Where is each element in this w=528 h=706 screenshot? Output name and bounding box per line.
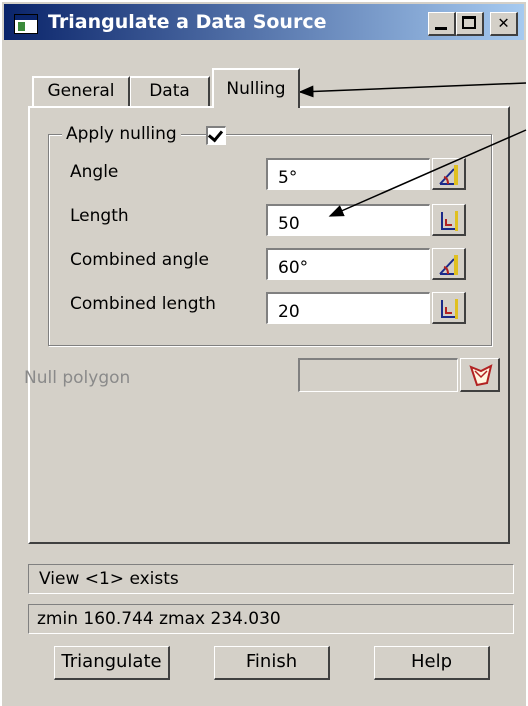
null-polygon-input[interactable] bbox=[298, 358, 458, 392]
status-line-2: zmin 160.744 zmax 234.030 bbox=[28, 604, 514, 634]
combined-angle-input[interactable]: 60° bbox=[266, 248, 430, 280]
tab-general[interactable]: General bbox=[32, 76, 130, 106]
combined-angle-label: Combined angle bbox=[70, 250, 209, 270]
combined-angle-pick-button[interactable] bbox=[432, 248, 466, 280]
minimize-button[interactable] bbox=[428, 12, 456, 36]
status-line-1: View <1> exists bbox=[28, 564, 514, 594]
null-polygon-pick-button[interactable] bbox=[460, 358, 500, 392]
tab-nulling[interactable]: Nulling bbox=[212, 68, 300, 108]
angle-pick-button[interactable] bbox=[432, 158, 466, 190]
apply-nulling-label: Apply nulling bbox=[62, 124, 181, 144]
triangulate-button[interactable]: Triangulate bbox=[54, 646, 170, 680]
app-icon bbox=[14, 14, 38, 34]
angle-input[interactable]: 5° bbox=[266, 158, 430, 190]
length-label: Length bbox=[70, 206, 129, 226]
angle-pick-icon bbox=[439, 165, 458, 185]
combined-length-input[interactable]: 20 bbox=[266, 292, 430, 324]
maximize-button[interactable] bbox=[456, 12, 484, 36]
length-input[interactable]: 50 bbox=[266, 204, 430, 236]
null-polygon-label: Null polygon bbox=[24, 368, 131, 388]
angle-label: Angle bbox=[70, 162, 119, 182]
polygon-pick-icon bbox=[469, 364, 493, 387]
close-icon: ✕ bbox=[498, 12, 509, 33]
length-pick-icon bbox=[441, 299, 458, 319]
close-button[interactable]: ✕ bbox=[490, 12, 518, 36]
apply-nulling-checkbox[interactable] bbox=[206, 126, 226, 145]
length-pick-button[interactable] bbox=[432, 204, 466, 236]
combined-length-pick-button[interactable] bbox=[432, 292, 466, 324]
minimize-icon bbox=[435, 27, 447, 30]
check-mark-icon bbox=[207, 126, 224, 143]
title-bar[interactable]: Triangulate a Data Source ✕ bbox=[4, 4, 524, 40]
dialog-window: Triangulate a Data Source ✕ General Data… bbox=[0, 0, 526, 706]
window-title: Triangulate a Data Source bbox=[48, 11, 327, 33]
length-pick-icon bbox=[441, 211, 458, 231]
angle-pick-icon bbox=[439, 255, 458, 275]
maximize-icon bbox=[462, 16, 476, 29]
help-button[interactable]: Help bbox=[374, 646, 490, 680]
combined-length-label: Combined length bbox=[70, 294, 216, 314]
tab-data[interactable]: Data bbox=[130, 76, 210, 106]
finish-button[interactable]: Finish bbox=[214, 646, 330, 680]
